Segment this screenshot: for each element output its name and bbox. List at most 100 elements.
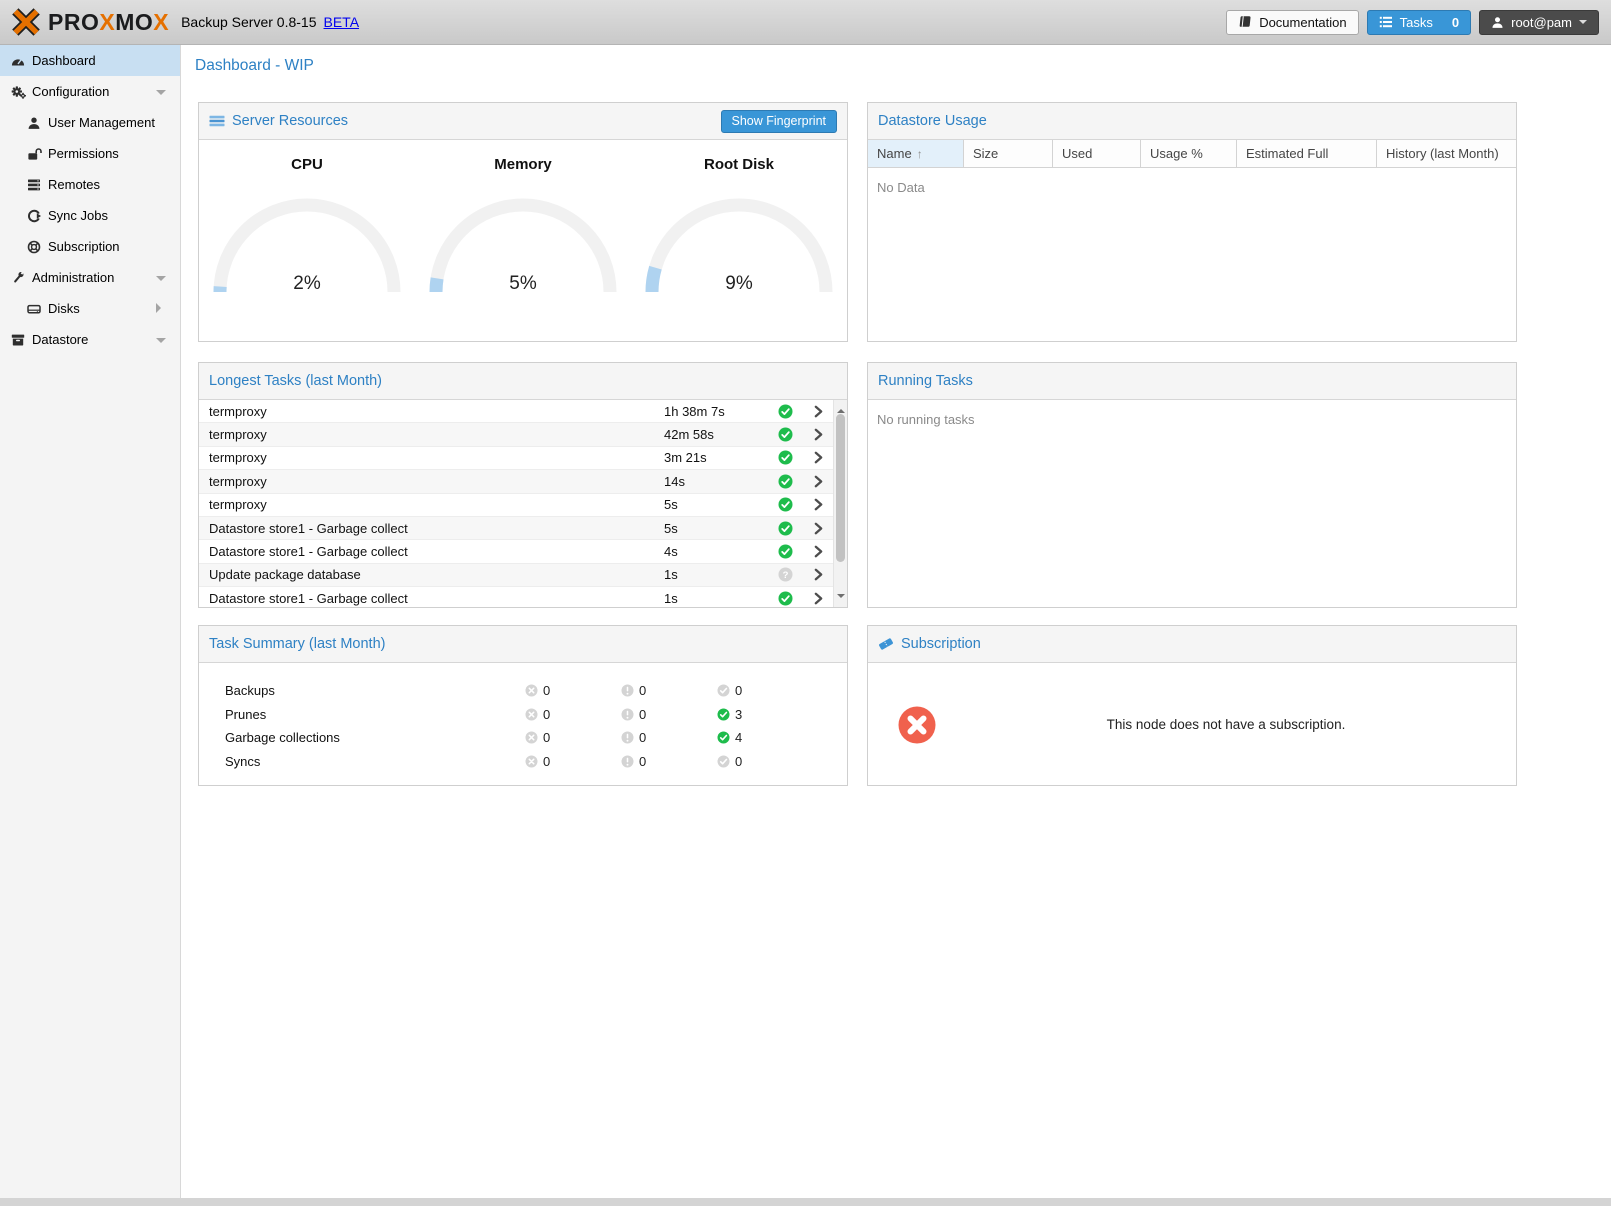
unknown-status-icon: ? bbox=[767, 567, 803, 582]
task-row[interactable]: Datastore store1 - Garbage collect 4s bbox=[199, 540, 833, 563]
book-icon bbox=[1238, 15, 1252, 29]
chevron-right-icon[interactable] bbox=[803, 521, 833, 536]
user-menu-button[interactable]: root@pam bbox=[1479, 10, 1599, 35]
sidebar-item-permissions[interactable]: Permissions bbox=[0, 138, 180, 169]
user-name: root@pam bbox=[1511, 15, 1572, 30]
longest-tasks-title: Longest Tasks (last Month) bbox=[209, 373, 382, 389]
main-content: Dashboard - WIP Server Resources Show Fi… bbox=[181, 45, 1611, 1198]
error-count-icon bbox=[525, 708, 538, 721]
running-tasks-panel: Running Tasks No running tasks bbox=[867, 362, 1517, 608]
chevron-right-icon[interactable] bbox=[156, 303, 166, 313]
ticket-icon bbox=[878, 636, 894, 652]
column-header-name[interactable]: Name↑ bbox=[868, 140, 964, 167]
chevron-down-icon[interactable] bbox=[156, 90, 166, 100]
sidebar-item-configuration[interactable]: Configuration bbox=[0, 76, 180, 107]
summary-row-backups: Backups 0 0 0 bbox=[199, 679, 847, 703]
chevron-right-icon[interactable] bbox=[803, 544, 833, 559]
sort-asc-icon: ↑ bbox=[917, 147, 923, 161]
documentation-button[interactable]: Documentation bbox=[1226, 10, 1358, 35]
chevron-right-icon[interactable] bbox=[803, 427, 833, 442]
chevron-right-icon[interactable] bbox=[803, 404, 833, 419]
summary-row-prunes: Prunes 0 0 3 bbox=[199, 703, 847, 727]
svg-text:?: ? bbox=[782, 570, 788, 581]
tasks-button[interactable]: Tasks 0 bbox=[1367, 10, 1471, 35]
chevron-right-icon[interactable] bbox=[803, 567, 833, 582]
show-fingerprint-button[interactable]: Show Fingerprint bbox=[721, 110, 838, 133]
task-row[interactable]: Update package database 1s ? bbox=[199, 564, 833, 587]
beta-link[interactable]: BETA bbox=[324, 14, 360, 30]
summary-row-syncs: Syncs 0 0 0 bbox=[199, 750, 847, 774]
column-header-usage-pct[interactable]: Usage % bbox=[1141, 140, 1237, 167]
datastore-usage-title: Datastore Usage bbox=[878, 113, 987, 129]
sidebar-item-datastore[interactable]: Datastore bbox=[0, 324, 180, 355]
task-row[interactable]: Datastore store1 - Garbage collect 1s bbox=[199, 587, 833, 607]
datastore-usage-empty-text: No Data bbox=[868, 168, 1516, 195]
ok-status-icon bbox=[767, 427, 803, 442]
warning-count-icon bbox=[621, 708, 634, 721]
vertical-scrollbar[interactable] bbox=[833, 400, 847, 607]
column-header-used[interactable]: Used bbox=[1053, 140, 1141, 167]
column-header-estimated-full[interactable]: Estimated Full bbox=[1237, 140, 1377, 167]
memory-gauge-value: 5% bbox=[428, 273, 618, 295]
subscription-message: This node does not have a subscription. bbox=[936, 717, 1516, 732]
warning-count-icon bbox=[621, 731, 634, 744]
running-tasks-title: Running Tasks bbox=[878, 373, 973, 389]
life-ring-icon bbox=[26, 240, 42, 254]
task-row[interactable]: Datastore store1 - Garbage collect 5s bbox=[199, 517, 833, 540]
sidebar-item-dashboard[interactable]: Dashboard bbox=[0, 45, 180, 76]
warning-count-icon bbox=[621, 684, 634, 697]
task-row[interactable]: termproxy 1h 38m 7s bbox=[199, 400, 833, 423]
ok-status-icon bbox=[767, 544, 803, 559]
wrench-icon bbox=[10, 270, 26, 285]
sidebar-item-remotes[interactable]: Remotes bbox=[0, 169, 180, 200]
ok-count-icon bbox=[717, 731, 730, 744]
error-count-icon bbox=[525, 731, 538, 744]
proxmox-x-icon bbox=[10, 6, 42, 38]
scrollbar-thumb[interactable] bbox=[836, 414, 845, 562]
scroll-down-arrow[interactable] bbox=[837, 594, 845, 602]
archive-box-icon bbox=[10, 333, 26, 347]
task-list-icon bbox=[1379, 15, 1393, 29]
column-header-history[interactable]: History (last Month) bbox=[1377, 140, 1516, 167]
task-row[interactable]: termproxy 42m 58s bbox=[199, 423, 833, 446]
brand-text: PROXMOX bbox=[48, 9, 169, 36]
gears-icon bbox=[10, 85, 26, 99]
chevron-right-icon[interactable] bbox=[803, 591, 833, 606]
chevron-down-icon[interactable] bbox=[156, 338, 166, 348]
task-summary-panel: Task Summary (last Month) Backups 0 0 0 … bbox=[198, 625, 848, 786]
sidebar: Dashboard Configuration User Manag bbox=[0, 45, 181, 1198]
warning-count-icon bbox=[621, 755, 634, 768]
ok-status-icon bbox=[767, 591, 803, 606]
chevron-down-icon bbox=[1579, 20, 1587, 28]
column-header-size[interactable]: Size bbox=[964, 140, 1053, 167]
error-count-icon bbox=[525, 755, 538, 768]
tasks-count-badge: 0 bbox=[1452, 15, 1459, 30]
task-row[interactable]: termproxy 3m 21s bbox=[199, 447, 833, 470]
chevron-down-icon[interactable] bbox=[156, 276, 166, 286]
summary-row-garbage-collections: Garbage collections 0 0 4 bbox=[199, 726, 847, 750]
bottom-bar bbox=[0, 1198, 1611, 1206]
chevron-right-icon[interactable] bbox=[803, 450, 833, 465]
chevron-right-icon[interactable] bbox=[803, 474, 833, 489]
running-tasks-empty-text: No running tasks bbox=[868, 400, 1516, 427]
content-header: Dashboard - WIP bbox=[181, 45, 1611, 87]
dashboard-gauge-icon bbox=[10, 54, 26, 68]
product-version: Backup Server 0.8-15 bbox=[181, 14, 316, 30]
task-row[interactable]: termproxy 14s bbox=[199, 470, 833, 493]
top-bar: PROXMOX Backup Server 0.8-15 BETA Docume… bbox=[0, 0, 1611, 45]
sidebar-item-subscription[interactable]: Subscription bbox=[0, 231, 180, 262]
datastore-usage-table-header: Name↑ Size Used Usage % Estimated Full H… bbox=[868, 140, 1516, 168]
ok-count-icon bbox=[717, 708, 730, 721]
sidebar-item-sync-jobs[interactable]: Sync Jobs bbox=[0, 200, 180, 231]
chevron-right-icon[interactable] bbox=[803, 497, 833, 512]
documentation-label: Documentation bbox=[1259, 15, 1346, 30]
sidebar-item-user-management[interactable]: User Management bbox=[0, 107, 180, 138]
server-resources-title: Server Resources bbox=[232, 113, 348, 129]
task-row[interactable]: termproxy 5s bbox=[199, 494, 833, 517]
ok-status-icon bbox=[767, 474, 803, 489]
ok-status-icon bbox=[767, 404, 803, 419]
sidebar-item-disks[interactable]: Disks bbox=[0, 293, 180, 324]
scroll-up-arrow[interactable] bbox=[837, 405, 845, 413]
subscription-title: Subscription bbox=[901, 636, 981, 652]
sidebar-item-administration[interactable]: Administration bbox=[0, 262, 180, 293]
